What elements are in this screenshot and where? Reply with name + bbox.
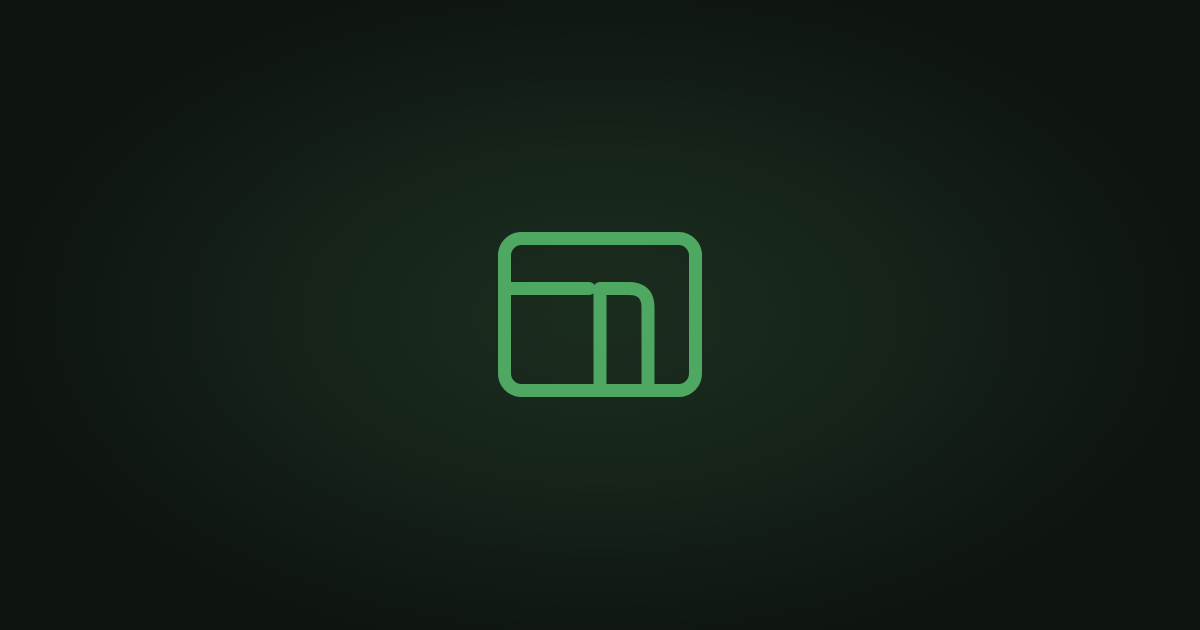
layout-panels-icon xyxy=(498,232,702,397)
logo-inner-arch xyxy=(593,282,655,397)
og-image-canvas xyxy=(0,0,1200,630)
